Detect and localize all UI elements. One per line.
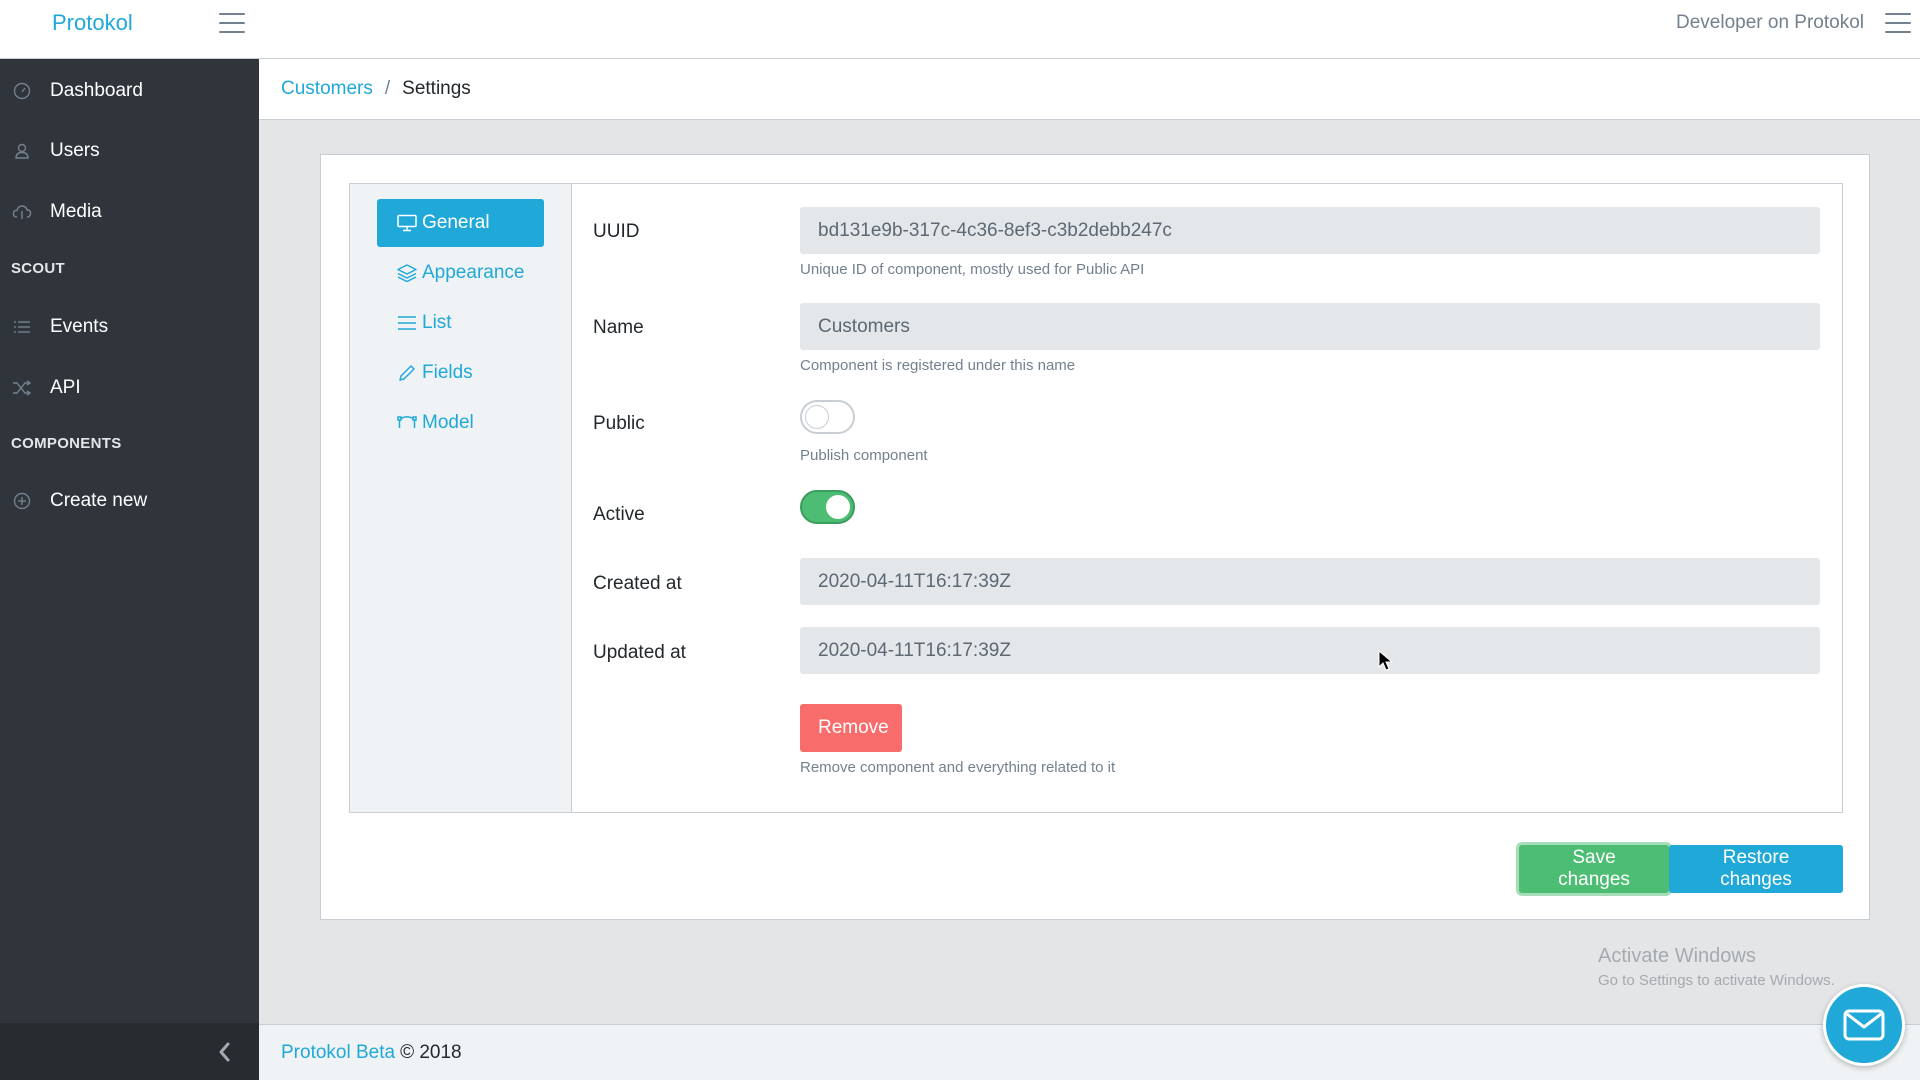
app-footer: Protokol Beta © 2018	[259, 1024, 1920, 1080]
sidebar-item-label: API	[50, 377, 81, 398]
tab-general[interactable]: General	[377, 199, 544, 247]
chevron-left-icon[interactable]	[215, 1041, 235, 1063]
uuid-input[interactable]	[800, 207, 1820, 254]
sidebar: Dashboard Users Media SCOUT Events API C…	[0, 59, 259, 1080]
sidebar-item-dashboard[interactable]: Dashboard	[0, 69, 259, 113]
watermark-title: Activate Windows	[1598, 945, 1756, 967]
remove-help: Remove component and everything related …	[800, 759, 1116, 776]
shuffle-icon	[12, 378, 32, 398]
tab-label: Fields	[422, 362, 473, 383]
list-icon	[397, 313, 417, 333]
tab-list[interactable]: List	[377, 299, 544, 347]
aside-menu-toggle-icon[interactable]	[1885, 13, 1911, 33]
tab-fields[interactable]: Fields	[377, 349, 544, 397]
created-at-label: Created at	[593, 573, 682, 594]
settings-tabs: General Appearance List Fields Model	[350, 184, 572, 812]
sidebar-toggle-icon[interactable]	[219, 13, 245, 33]
watermark-subtitle: Go to Settings to activate Windows.	[1598, 972, 1835, 989]
tab-label: List	[422, 312, 452, 333]
tab-label: General	[422, 212, 490, 233]
public-toggle[interactable]	[800, 400, 855, 434]
updated-at-label: Updated at	[593, 642, 686, 663]
public-help: Publish component	[800, 447, 928, 464]
mouse-cursor-icon	[1378, 649, 1394, 672]
breadcrumb-link-customers[interactable]: Customers	[281, 78, 373, 100]
remove-button[interactable]: Remove	[800, 704, 902, 752]
updated-at-input[interactable]	[800, 627, 1820, 674]
tab-label: Model	[422, 412, 474, 433]
active-label: Active	[593, 504, 645, 525]
sidebar-item-media[interactable]: Media	[0, 190, 259, 234]
app-header: Protokol Developer on Protokol	[0, 0, 1920, 59]
plus-circle-icon	[12, 491, 32, 511]
pencil-icon	[397, 363, 417, 383]
name-help: Component is registered under this name	[800, 357, 1076, 374]
mail-button[interactable]	[1823, 984, 1905, 1066]
settings-card: General Appearance List Fields Model UUI…	[320, 154, 1870, 920]
public-label: Public	[593, 413, 645, 434]
sidebar-item-label: Dashboard	[50, 80, 143, 101]
windows-activation-watermark: Activate Windows Go to Settings to activ…	[1598, 945, 1835, 989]
monitor-icon	[397, 213, 417, 233]
tab-model[interactable]: Model	[377, 399, 544, 447]
sidebar-item-users[interactable]: Users	[0, 129, 259, 173]
sidebar-footer	[0, 1023, 259, 1080]
breadcrumb-current: Settings	[402, 78, 471, 99]
active-toggle[interactable]	[800, 490, 855, 524]
general-form: UUID Unique ID of component, mostly used…	[572, 184, 1842, 812]
uuid-label: UUID	[593, 221, 640, 242]
sidebar-item-label: Create new	[50, 490, 148, 511]
user-icon	[12, 141, 32, 161]
footer-link[interactable]: Protokol Beta	[281, 1042, 395, 1064]
list-icon	[12, 317, 32, 337]
layers-icon	[397, 263, 417, 283]
breadcrumb-separator: /	[384, 78, 391, 99]
nav-section-scout: SCOUT	[11, 260, 65, 277]
name-label: Name	[593, 317, 644, 338]
cloud-upload-icon	[12, 202, 32, 222]
vector-icon	[397, 413, 417, 433]
sidebar-item-api[interactable]: API	[0, 366, 259, 410]
sidebar-item-events[interactable]: Events	[0, 305, 259, 349]
speedometer-icon	[12, 81, 32, 101]
breadcrumb: Customers / Settings	[259, 59, 1920, 120]
sidebar-item-create-new[interactable]: Create new	[0, 479, 259, 523]
brand-logo[interactable]: Protokol	[52, 10, 133, 36]
name-input[interactable]	[800, 303, 1820, 350]
footer-copyright: © 2018	[400, 1041, 462, 1063]
tab-label: Appearance	[422, 262, 525, 283]
mail-icon	[1843, 1009, 1885, 1041]
created-at-input[interactable]	[800, 558, 1820, 605]
settings-panel: General Appearance List Fields Model UUI…	[349, 183, 1843, 813]
uuid-help: Unique ID of component, mostly used for …	[800, 261, 1145, 278]
nav-section-components: COMPONENTS	[11, 435, 122, 452]
sidebar-item-label: Events	[50, 316, 109, 337]
sidebar-item-label: Users	[50, 140, 100, 161]
sidebar-item-label: Media	[50, 201, 102, 222]
tab-appearance[interactable]: Appearance	[377, 249, 544, 297]
save-changes-button[interactable]: Save changes	[1519, 845, 1669, 893]
user-label[interactable]: Developer on Protokol	[1676, 12, 1864, 34]
restore-changes-button[interactable]: Restore changes	[1669, 845, 1843, 893]
